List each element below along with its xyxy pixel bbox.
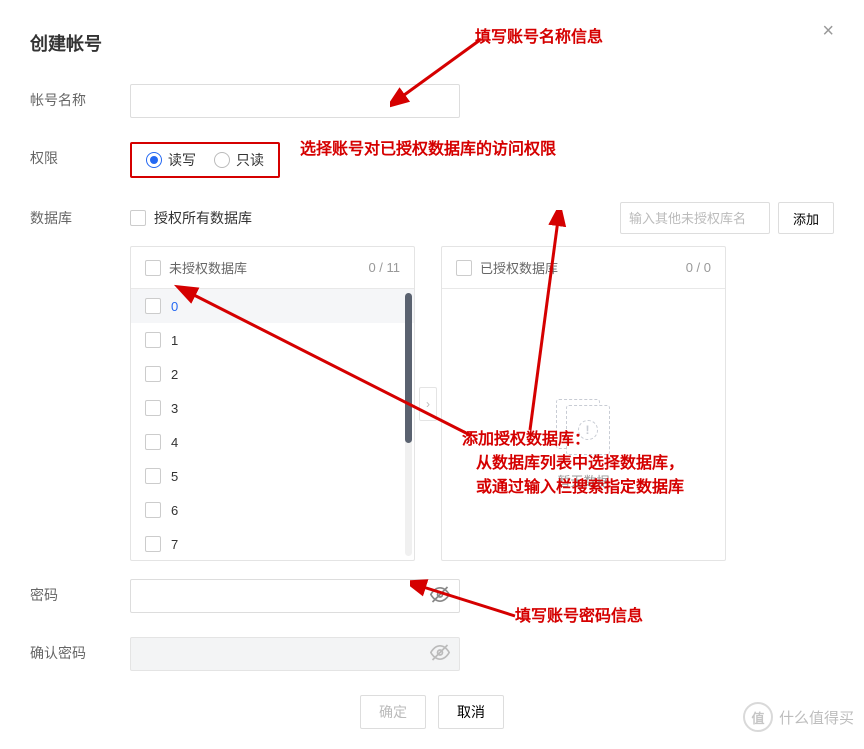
authorized-count: 0 / 0: [686, 260, 711, 275]
unauthorized-title: 未授权数据库: [169, 258, 360, 277]
authorized-panel: 已授权数据库 0 / 0 ! 暂无数据: [441, 246, 726, 561]
radio-label: 只读: [236, 150, 264, 170]
row-password: 密码: [30, 579, 834, 613]
eye-off-icon[interactable]: [430, 585, 450, 608]
db-item-checkbox[interactable]: [145, 502, 161, 518]
db-search-input[interactable]: [620, 202, 770, 234]
label-permission: 权限: [30, 142, 130, 168]
add-db-button[interactable]: 添加: [778, 202, 834, 234]
confirm-password-input[interactable]: [130, 637, 460, 671]
list-item[interactable]: 2: [131, 357, 414, 391]
label-confirm-password: 确认密码: [30, 637, 130, 663]
row-account-name: 帐号名称: [30, 84, 834, 118]
db-item-checkbox[interactable]: [145, 400, 161, 416]
db-item-checkbox[interactable]: [145, 468, 161, 484]
db-item-label: 5: [171, 469, 178, 484]
label-database: 数据库: [30, 202, 130, 228]
unauthorized-panel: 未授权数据库 0 / 11 012345678: [130, 246, 415, 561]
select-all-authorized-checkbox[interactable]: [456, 260, 472, 276]
db-item-label: 1: [171, 333, 178, 348]
watermark-text: 什么值得买: [779, 707, 854, 728]
unauthorized-count: 0 / 11: [368, 260, 400, 275]
watermark-icon: 值: [743, 702, 773, 732]
list-item[interactable]: 4: [131, 425, 414, 459]
db-item-label: 0: [171, 299, 178, 314]
cancel-button[interactable]: 取消: [438, 695, 504, 729]
empty-text: 暂无数据: [557, 471, 609, 490]
close-icon[interactable]: ×: [822, 20, 834, 43]
radio-read-write[interactable]: 读写: [146, 150, 196, 170]
db-item-checkbox[interactable]: [145, 332, 161, 348]
password-input[interactable]: [130, 579, 460, 613]
row-confirm-password: 确认密码: [30, 637, 834, 671]
permission-radio-group: 读写 只读: [130, 142, 280, 178]
scrollbar-thumb[interactable]: [405, 293, 412, 443]
watermark: 值 什么值得买: [743, 702, 854, 732]
eye-off-icon[interactable]: [430, 643, 450, 666]
authorized-title: 已授权数据库: [480, 258, 678, 277]
db-item-label: 2: [171, 367, 178, 382]
authorize-all-label: 授权所有数据库: [154, 208, 252, 228]
db-top-row: 授权所有数据库 添加: [130, 202, 834, 234]
radio-icon: [214, 152, 230, 168]
label-password: 密码: [30, 579, 130, 605]
db-item-checkbox[interactable]: [145, 366, 161, 382]
scrollbar[interactable]: [405, 293, 412, 556]
radio-label: 读写: [168, 150, 196, 170]
radio-icon: [146, 152, 162, 168]
db-transfer: 未授权数据库 0 / 11 012345678 ›: [130, 246, 834, 561]
authorize-all-checkbox[interactable]: [130, 210, 146, 226]
list-item[interactable]: 3: [131, 391, 414, 425]
list-item[interactable]: 5: [131, 459, 414, 493]
empty-state: ! 暂无数据: [442, 289, 725, 560]
confirm-button[interactable]: 确定: [360, 695, 426, 729]
modal-footer: 确定 取消: [30, 695, 834, 729]
row-database: 数据库 授权所有数据库 添加 未授权数据库 0 / 11: [30, 202, 834, 561]
account-name-input[interactable]: [130, 84, 460, 118]
list-item[interactable]: 7: [131, 527, 414, 560]
unauthorized-list: 012345678: [131, 289, 414, 560]
label-account-name: 帐号名称: [30, 84, 130, 110]
radio-read-only[interactable]: 只读: [214, 150, 264, 170]
db-item-label: 7: [171, 537, 178, 552]
list-item[interactable]: 0: [131, 289, 414, 323]
row-permission: 权限 读写 只读: [30, 142, 834, 178]
transfer-right-button[interactable]: ›: [419, 387, 437, 421]
list-item[interactable]: 1: [131, 323, 414, 357]
db-item-checkbox[interactable]: [145, 536, 161, 552]
modal-title: 创建帐号: [30, 30, 834, 56]
db-item-label: 3: [171, 401, 178, 416]
list-item[interactable]: 6: [131, 493, 414, 527]
db-item-checkbox[interactable]: [145, 298, 161, 314]
db-item-label: 4: [171, 435, 178, 450]
db-item-checkbox[interactable]: [145, 434, 161, 450]
db-item-label: 6: [171, 503, 178, 518]
select-all-unauthorized-checkbox[interactable]: [145, 260, 161, 276]
empty-icon: !: [556, 399, 612, 455]
create-account-modal: × 创建帐号 帐号名称 权限 读写 只读 数据库: [0, 0, 864, 749]
